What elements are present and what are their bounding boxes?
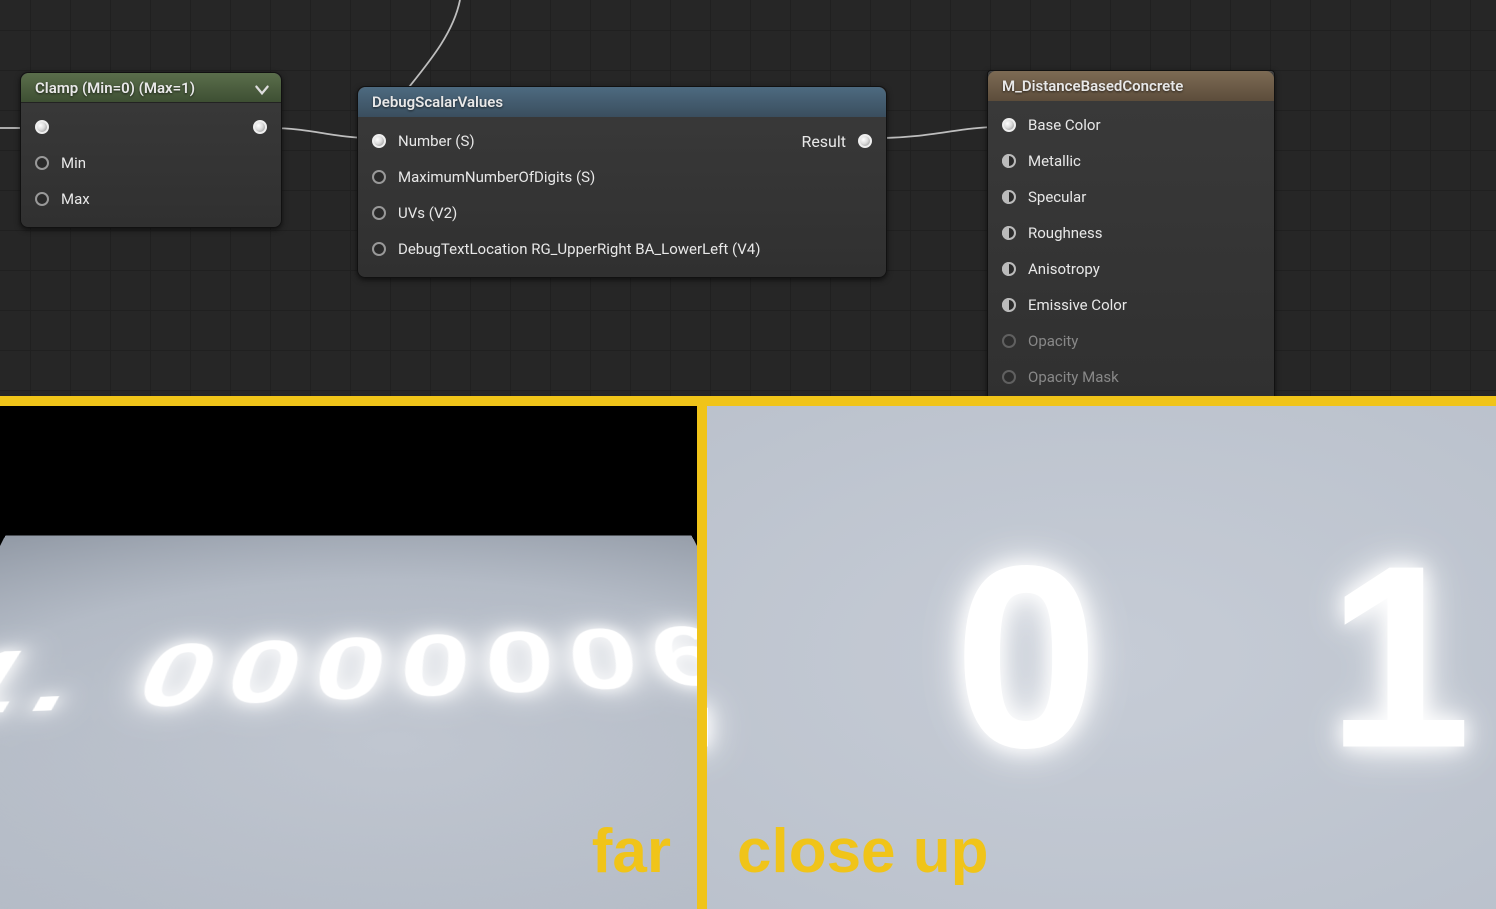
- caption-far: far: [592, 816, 671, 887]
- caption-close: close up: [737, 816, 989, 887]
- input-pin-icon[interactable]: [372, 206, 386, 220]
- input-pin-icon[interactable]: [1002, 370, 1016, 384]
- chevron-down-icon[interactable]: [253, 79, 271, 97]
- viewport-far[interactable]: 1. 0000006 far: [0, 406, 697, 909]
- viewport-close[interactable]: . 0 1 close up: [707, 406, 1496, 909]
- input-pin-icon[interactable]: [372, 242, 386, 256]
- clamp-max-label: Max: [61, 190, 90, 208]
- debug-maxdigits-label: MaximumNumberOfDigits (S): [398, 168, 595, 186]
- mat-metallic-row[interactable]: Metallic: [988, 143, 1274, 179]
- mat-emissive-row[interactable]: Emissive Color: [988, 287, 1274, 323]
- mat-anisotropy-row[interactable]: Anisotropy: [988, 251, 1274, 287]
- mat-metallic-label: Metallic: [1028, 152, 1081, 170]
- mat-specular-label: Specular: [1028, 188, 1086, 206]
- mat-basecolor-row[interactable]: Base Color: [988, 107, 1274, 143]
- input-pin-icon[interactable]: [35, 192, 49, 206]
- input-pin-icon[interactable]: [1002, 118, 1016, 132]
- input-pin-icon[interactable]: [1002, 154, 1016, 168]
- input-pin-icon[interactable]: [35, 156, 49, 170]
- material-graph-canvas[interactable]: Clamp (Min=0) (Max=1) Min Max DebugSca: [0, 0, 1496, 396]
- mat-basecolor-label: Base Color: [1028, 116, 1101, 134]
- mat-specular-row[interactable]: Specular: [988, 179, 1274, 215]
- clamp-min-row[interactable]: Min: [21, 145, 281, 181]
- debug-uvs-label: UVs (V2): [398, 204, 457, 222]
- clamp-exec-row[interactable]: [21, 109, 281, 145]
- input-pin-icon[interactable]: [1002, 262, 1016, 276]
- node-debug-title: DebugScalarValues: [372, 93, 503, 111]
- node-debug-scalar-values[interactable]: DebugScalarValues Number (S) Result Maxi…: [357, 86, 887, 278]
- vertical-divider: [697, 396, 707, 909]
- node-material-output[interactable]: M_DistanceBasedConcrete Base Color Metal…: [987, 70, 1275, 396]
- output-pin-icon[interactable]: [858, 134, 872, 148]
- mat-opacity-row[interactable]: Opacity: [988, 323, 1274, 359]
- debug-number-label: Number (S): [398, 132, 475, 150]
- mat-opacitymask-row[interactable]: Opacity Mask: [988, 359, 1274, 395]
- debug-value-close: . 0 1: [707, 508, 1496, 807]
- input-pin-icon[interactable]: [372, 170, 386, 184]
- mat-emissive-label: Emissive Color: [1028, 296, 1127, 314]
- input-pin-icon[interactable]: [1002, 226, 1016, 240]
- node-clamp-title: Clamp (Min=0) (Max=1): [35, 79, 195, 97]
- mat-opacitymask-label: Opacity Mask: [1028, 368, 1119, 386]
- mat-opacity-label: Opacity: [1028, 332, 1078, 350]
- horizontal-divider: [0, 396, 1496, 406]
- input-pin-icon[interactable]: [1002, 298, 1016, 312]
- clamp-min-label: Min: [61, 154, 86, 172]
- debug-result-label: Result: [801, 132, 846, 151]
- clamp-max-row[interactable]: Max: [21, 181, 281, 217]
- input-pin-icon[interactable]: [1002, 334, 1016, 348]
- node-clamp[interactable]: Clamp (Min=0) (Max=1) Min Max: [20, 72, 282, 228]
- debug-result-row[interactable]: Result: [801, 123, 872, 159]
- debug-textloc-label: DebugTextLocation RG_UpperRight BA_Lower…: [398, 240, 760, 258]
- input-pin-icon[interactable]: [1002, 190, 1016, 204]
- input-pin-icon[interactable]: [372, 134, 386, 148]
- node-clamp-header[interactable]: Clamp (Min=0) (Max=1): [21, 73, 281, 103]
- node-material-title: M_DistanceBasedConcrete: [1002, 77, 1183, 95]
- mat-roughness-label: Roughness: [1028, 224, 1102, 242]
- output-pin-icon[interactable]: [253, 120, 267, 134]
- mat-roughness-row[interactable]: Roughness: [988, 215, 1274, 251]
- debug-textloc-row[interactable]: DebugTextLocation RG_UpperRight BA_Lower…: [358, 231, 886, 267]
- node-debug-header[interactable]: DebugScalarValues: [358, 87, 886, 117]
- mat-anisotropy-label: Anisotropy: [1028, 260, 1100, 278]
- debug-uvs-row[interactable]: UVs (V2): [358, 195, 886, 231]
- input-pin-icon[interactable]: [35, 120, 49, 134]
- node-material-header[interactable]: M_DistanceBasedConcrete: [988, 71, 1274, 101]
- debug-maxdigits-row[interactable]: MaximumNumberOfDigits (S): [358, 159, 886, 195]
